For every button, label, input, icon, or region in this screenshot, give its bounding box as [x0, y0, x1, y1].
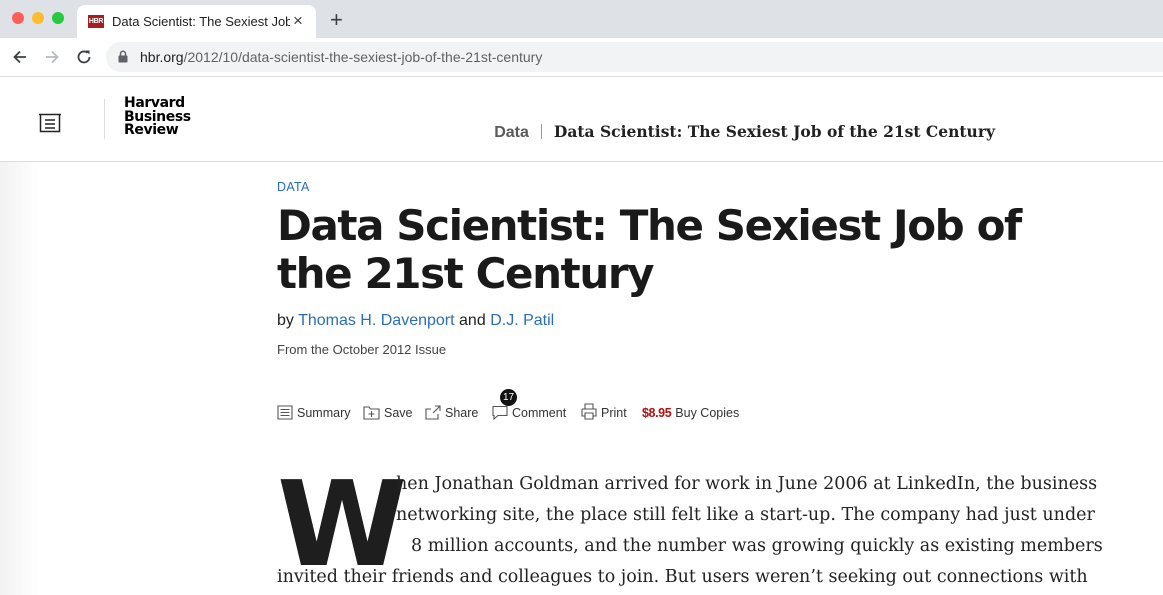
save-button[interactable]: Save [363, 398, 413, 420]
site-header: Harvard Business Review Data Data Scienti… [0, 77, 1163, 162]
author-link-patil[interactable]: D.J. Patil [490, 312, 554, 329]
comment-icon [492, 405, 508, 420]
menu-icon[interactable] [38, 113, 62, 133]
body-line: 8 million accounts, and the number was g… [411, 536, 1103, 556]
hbr-logo[interactable]: Harvard Business Review [124, 96, 191, 138]
reload-icon[interactable] [75, 48, 93, 66]
new-tab-icon[interactable]: + [330, 8, 343, 32]
share-icon [425, 405, 441, 420]
tab-title: Data Scientist: The Sexiest Job of the 2… [112, 14, 290, 29]
browser-tab-bar: HBR Data Scientist: The Sexiest Job of t… [0, 0, 1163, 38]
buy-copies-button[interactable]: $8.95 Buy Copies [642, 398, 739, 420]
address-bar[interactable]: hbr.org/2012/10/data-scientist-the-sexie… [106, 42, 1163, 72]
section-link[interactable]: DATA [277, 180, 310, 194]
back-arrow-icon[interactable] [11, 48, 29, 66]
share-button[interactable]: Share [425, 398, 478, 420]
page-edge-shadow [0, 162, 40, 595]
browser-tab[interactable]: HBR Data Scientist: The Sexiest Job of t… [77, 5, 316, 38]
breadcrumb-separator [540, 124, 542, 139]
close-tab-icon[interactable]: × [293, 11, 303, 31]
summary-icon [277, 405, 293, 420]
url-text: hbr.org/2012/10/data-scientist-the-sexie… [140, 49, 543, 65]
summary-button[interactable]: Summary [277, 398, 350, 420]
body-line: invited their friends and colleagues to … [277, 567, 1088, 587]
breadcrumb-section[interactable]: Data [494, 124, 529, 141]
folder-plus-icon [363, 406, 380, 420]
body-line: hen Jonathan Goldman arrived for work in… [396, 474, 1098, 494]
close-window-button[interactable] [12, 12, 24, 24]
minimize-window-button[interactable] [32, 12, 44, 24]
forward-arrow-icon[interactable] [43, 48, 61, 66]
maximize-window-button[interactable] [52, 12, 64, 24]
byline: by Thomas H. Davenport and D.J. Patil [277, 312, 555, 329]
lock-icon [118, 50, 128, 63]
author-link-davenport[interactable]: Thomas H. Davenport [298, 312, 455, 329]
print-button[interactable]: Print [581, 398, 627, 420]
article-headline: Data Scientist: The Sexiest Job of the 2… [277, 201, 1022, 298]
issue-date: From the October 2012 Issue [277, 342, 447, 357]
body-line: networking site, the place still felt li… [396, 505, 1095, 525]
comment-count-badge: 17 [500, 389, 517, 406]
breadcrumb: Data Data Scientist: The Sexiest Job of t… [494, 122, 995, 142]
printer-icon [581, 403, 597, 420]
breadcrumb-title: Data Scientist: The Sexiest Job of the 2… [553, 122, 995, 141]
header-divider [104, 99, 105, 139]
hbr-favicon-icon: HBR [88, 15, 104, 28]
browser-toolbar: hbr.org/2012/10/data-scientist-the-sexie… [0, 38, 1163, 77]
price-label: $8.95 [642, 406, 672, 420]
